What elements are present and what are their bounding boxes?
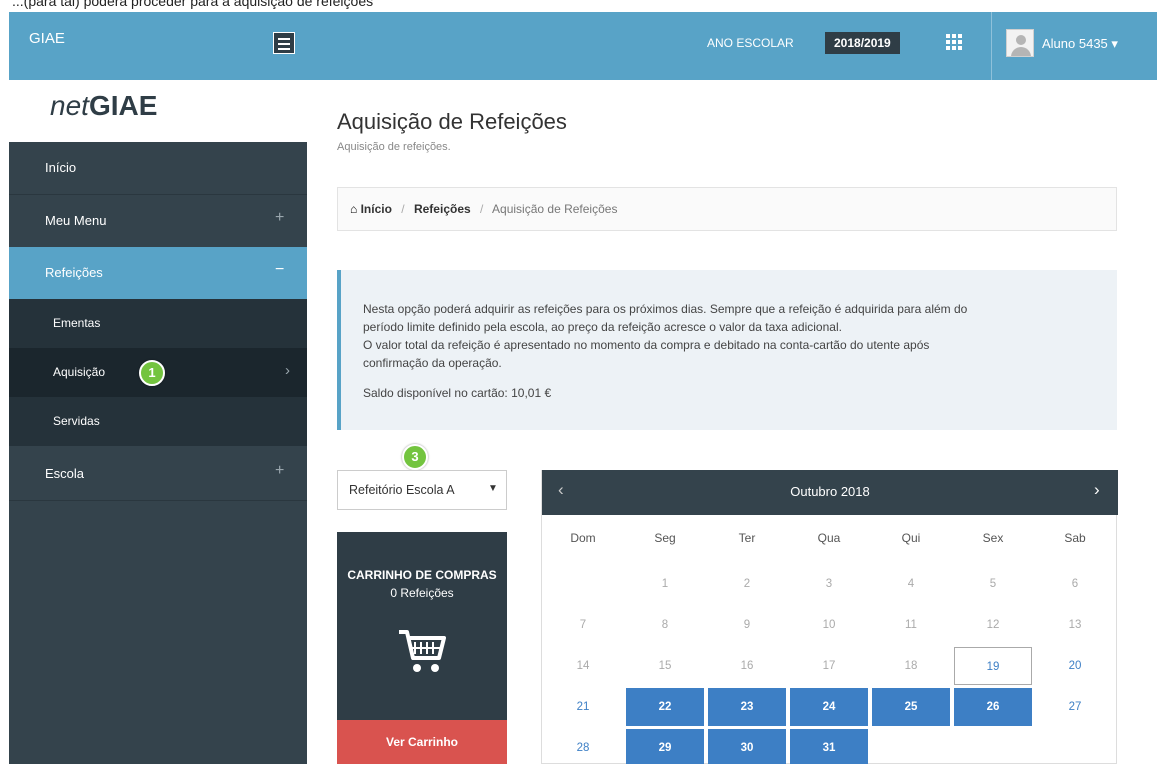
calendar-day-17: 17 <box>822 660 836 672</box>
calendar-day-29[interactable]: 29 <box>626 729 704 764</box>
sidebar-subitem-label: Servidas <box>53 414 100 428</box>
home-icon: ⌂ <box>350 202 358 216</box>
calendar-day-7: 7 <box>579 619 587 631</box>
calendar-day-18: 18 <box>904 660 918 672</box>
calendar-day-10: 10 <box>822 619 836 631</box>
calendar-weekday-header: Ter <box>738 531 756 545</box>
divider <box>991 12 992 80</box>
user-menu-toggle[interactable]: Aluno 5435 ▾ <box>1042 36 1118 52</box>
page-caption: ...(para tal) poderá proceder para a aqu… <box>0 0 1157 12</box>
calendar-day-9: 9 <box>743 619 751 631</box>
cafeteria-select-value: Refeitório Escola A <box>349 483 455 497</box>
calendar-day-20[interactable]: 20 <box>1036 647 1114 685</box>
calendar-day-21[interactable]: 21 <box>544 688 622 726</box>
breadcrumb-link-refeicoes[interactable]: Refeições <box>414 202 471 216</box>
brand-name[interactable]: GIAE <box>29 30 65 47</box>
calendar-day-3: 3 <box>825 578 833 590</box>
calendar-day-14: 14 <box>576 660 590 672</box>
sidebar-item-escola[interactable]: Escola + <box>9 448 307 500</box>
calendar-weekday-header: Sex <box>982 531 1004 545</box>
shopping-cart-panel: CARRINHO DE COMPRAS 0 Refeições Ver Carr… <box>337 532 507 764</box>
menu-toggle-button[interactable] <box>273 32 295 54</box>
sidebar-item-label: Início <box>45 160 77 175</box>
breadcrumb-separator: / <box>401 202 405 216</box>
page-title: Aquisição de Refeições <box>337 109 567 134</box>
school-year-label: ANO ESCOLAR <box>707 36 794 50</box>
shopping-cart-icon <box>397 628 447 679</box>
expand-plus-icon: + <box>275 462 285 479</box>
info-text-line: período limite definido pela escola, ao … <box>363 320 842 334</box>
calendar-day-22[interactable]: 22 <box>626 688 704 726</box>
calendar-day-27[interactable]: 27 <box>1036 688 1114 726</box>
calendar-day-24[interactable]: 24 <box>790 688 868 726</box>
calendar: ‹ Outubro 2018 › Dom Seg Ter Qua Qui Sex Sab 1 2… <box>541 470 1118 764</box>
calendar-weekday-header: Dom <box>570 531 596 545</box>
calendar-weekday-header: Sab <box>1064 531 1086 545</box>
breadcrumb-link-inicio[interactable]: Início <box>361 202 392 216</box>
expand-plus-icon: + <box>275 209 285 226</box>
calendar-day-15: 15 <box>658 660 672 672</box>
calendar-day-28[interactable]: 28 <box>544 729 622 764</box>
calendar-weekday-header: Qua <box>817 531 841 545</box>
calendar-weekday-header: Seg <box>654 531 676 545</box>
calendar-day-6: 6 <box>1071 578 1079 590</box>
school-year-badge[interactable]: 2018/2019 <box>825 32 900 54</box>
sidebar-subitem-label: Ementas <box>53 316 101 330</box>
calendar-header: ‹ Outubro 2018 › <box>542 470 1118 515</box>
calendar-day-31[interactable]: 31 <box>790 729 868 764</box>
info-text-line: confirmação da operação. <box>363 356 502 370</box>
sidebar-item-inicio[interactable]: Início <box>9 142 307 194</box>
cafeteria-select[interactable]: Refeitório Escola A ▼ <box>337 470 507 510</box>
apps-grid-icon[interactable] <box>946 34 962 50</box>
calendar-day-4: 4 <box>907 578 915 590</box>
breadcrumb-current: Aquisição de Refeições <box>492 202 618 216</box>
top-bar: GIAE ANO ESCOLAR 2018/2019 Aluno 5435 ▾ <box>9 12 1157 80</box>
annotation-badge-1: 1 <box>139 360 165 386</box>
calendar-day-13: 13 <box>1068 619 1082 631</box>
calendar-month-title: Outubro 2018 <box>790 484 870 499</box>
page-subtitle: Aquisição de refeições. <box>337 141 451 153</box>
annotation-badge-3: 3 <box>402 444 428 470</box>
chevron-right-icon: › <box>285 362 290 379</box>
breadcrumb: ⌂ Início / Refeições / Aquisição de Refe… <box>337 187 1117 231</box>
calendar-day-30[interactable]: 30 <box>708 729 786 764</box>
calendar-day-8: 8 <box>661 619 669 631</box>
sidebar-subitem-label: Aquisição <box>53 365 106 379</box>
calendar-day-19[interactable]: 19 <box>954 647 1032 685</box>
sidebar-item-refeicoes[interactable]: Refeições − <box>9 247 307 299</box>
cart-count: 0 Refeições <box>390 586 454 600</box>
info-text-line: Nesta opção poderá adquirir as refeições… <box>363 302 968 316</box>
sidebar-item-label: Meu Menu <box>45 213 107 228</box>
sidebar-subitem-ementas[interactable]: Ementas <box>9 299 307 348</box>
calendar-day-25[interactable]: 25 <box>872 688 950 726</box>
user-avatar[interactable] <box>1006 29 1034 57</box>
breadcrumb-separator: / <box>480 202 484 216</box>
sidebar-subitem-servidas[interactable]: Servidas <box>9 397 307 446</box>
calendar-weekday-header: Qui <box>901 531 921 545</box>
calendar-day-16: 16 <box>740 660 754 672</box>
info-callout: Nesta opção poderá adquirir as refeições… <box>337 270 1117 430</box>
calendar-day-12: 12 <box>986 619 1000 631</box>
calendar-day-11: 11 <box>905 619 917 631</box>
caret-down-icon: ▼ <box>488 483 498 494</box>
app-window: GIAE ANO ESCOLAR 2018/2019 Aluno 5435 ▾ … <box>9 12 1157 764</box>
sidebar-item-label: Escola <box>45 466 85 481</box>
sidebar-item-label: Refeições <box>45 265 103 280</box>
calendar-day-23[interactable]: 23 <box>708 688 786 726</box>
calendar-day-2: 2 <box>743 578 751 590</box>
cart-title: CARRINHO DE COMPRAS <box>347 568 497 582</box>
collapse-minus-icon: − <box>275 261 285 278</box>
info-text-line: O valor total da refeição é apresentado … <box>363 338 930 352</box>
caption-text: ...(para tal) poderá proceder para a aqu… <box>12 0 374 9</box>
calendar-day-26[interactable]: 26 <box>954 688 1032 726</box>
sidebar-item-meu-menu[interactable]: Meu Menu + <box>9 195 307 247</box>
netgiae-logo[interactable]: netGIAE <box>50 90 157 122</box>
calendar-day-1: 1 <box>661 578 669 590</box>
logo-area: netGIAE <box>9 80 307 142</box>
sidebar: netGIAE Início Meu Menu + Refeições − Em… <box>9 80 307 764</box>
calendar-day-5: 5 <box>989 578 997 590</box>
view-cart-button[interactable]: Ver Carrinho <box>337 720 507 764</box>
calendar-next-button[interactable]: › <box>1094 480 1100 500</box>
card-balance-text: Saldo disponível no cartão: 10,01 € <box>363 386 552 400</box>
